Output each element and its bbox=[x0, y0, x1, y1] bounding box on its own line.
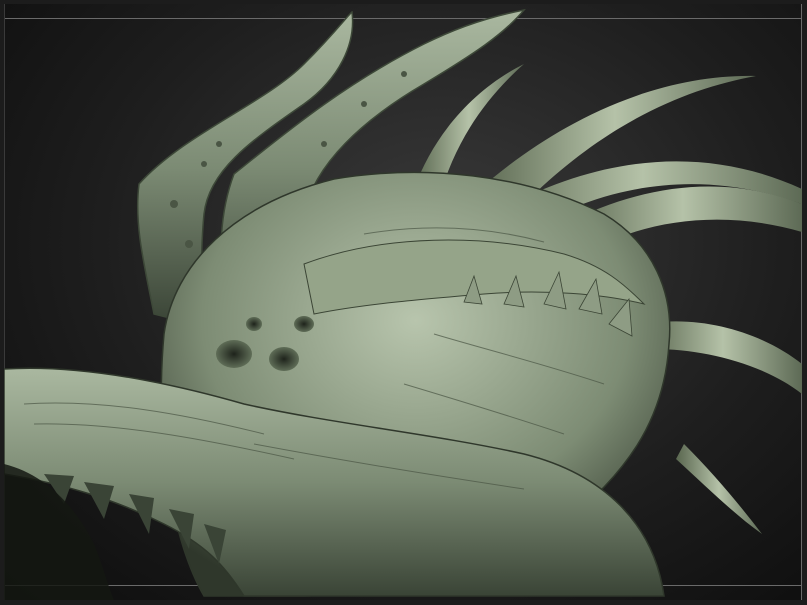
document-canvas[interactable] bbox=[4, 4, 802, 600]
sculpted-creature-render[interactable] bbox=[4, 4, 802, 600]
viewport-frame bbox=[0, 0, 807, 605]
